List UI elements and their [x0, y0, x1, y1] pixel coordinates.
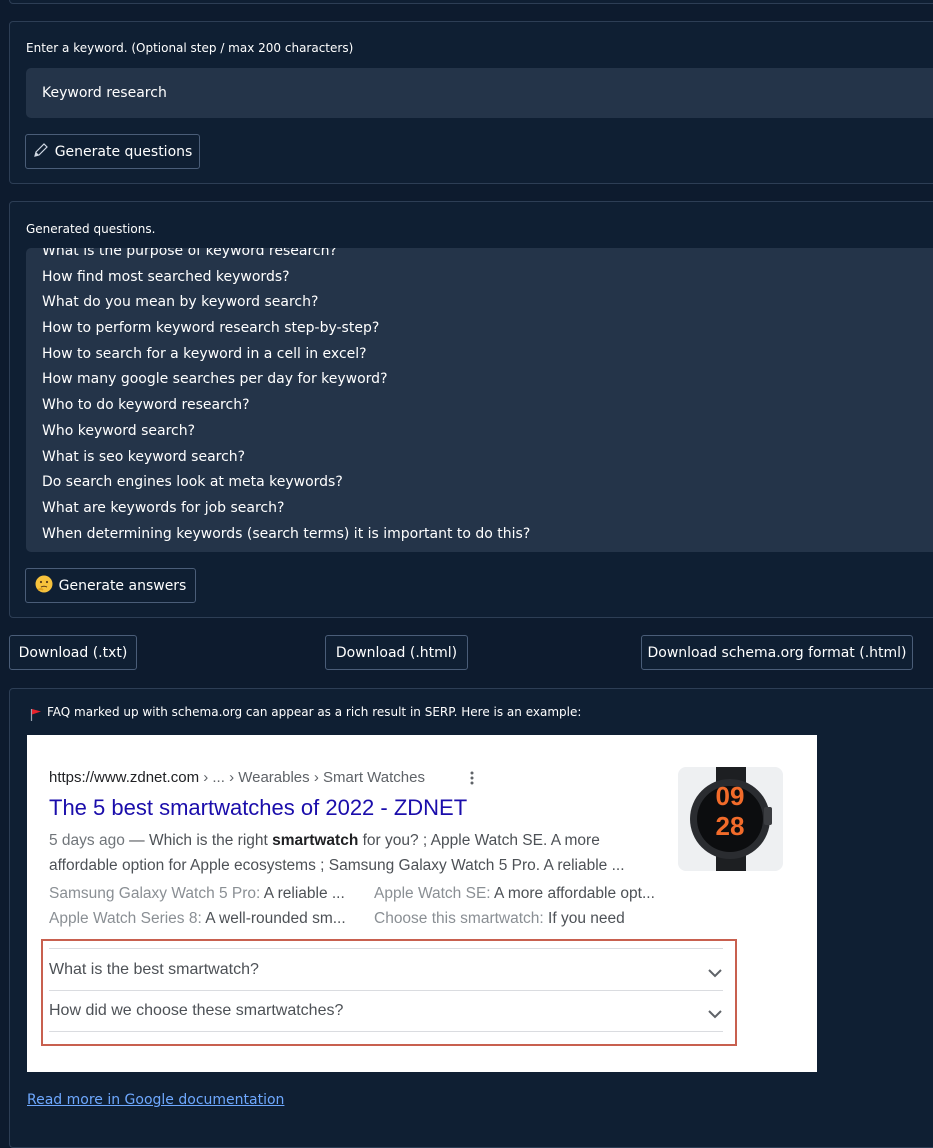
pencil-icon: [33, 142, 49, 162]
sitelink-desc: A reliable ...: [260, 885, 345, 902]
chevron-down-icon: [707, 965, 723, 977]
download-schema-button[interactable]: Download schema.org format (.html): [641, 635, 913, 670]
question-item: What do you mean by keyword search?: [42, 294, 319, 311]
keyword-input[interactable]: [26, 68, 933, 118]
svg-text:09: 09: [716, 781, 745, 811]
keyword-label: Enter a keyword. (Optional step / max 20…: [26, 41, 354, 55]
question-item: Who to do keyword research?: [42, 397, 250, 414]
serp-url: https://www.zdnet.com › ... › Wearables …: [49, 769, 425, 786]
question-item: What is seo keyword search?: [42, 448, 246, 465]
red-flag-icon: [30, 706, 42, 721]
faq-row: What is the best smartwatch?: [49, 948, 723, 990]
generate-answers-button[interactable]: Generate answers: [25, 568, 196, 603]
questions-textarea[interactable]: What is the purpose of keyword research?…: [26, 248, 933, 552]
sitelink: Apple Watch SE: A more affordable opt...: [374, 885, 664, 903]
generate-questions-button[interactable]: Generate questions: [25, 134, 200, 169]
thinking-face-icon: [35, 575, 53, 597]
serp-snippet-pre: — Which is the right: [124, 832, 273, 849]
download-txt-button[interactable]: Download (.txt): [9, 635, 137, 670]
serp-snippet-bold: smartwatch: [272, 832, 359, 849]
question-item: Who keyword search?: [42, 422, 196, 439]
download-html-button[interactable]: Download (.html): [325, 635, 468, 670]
faq-question: How did we choose these smartwatches?: [49, 1002, 344, 1019]
questions-list: What is the purpose of keyword research?…: [42, 248, 530, 547]
keyword-panel: Enter a keyword. (Optional step / max 20…: [9, 21, 933, 184]
question-item: Do search engines look at meta keywords?: [42, 474, 343, 491]
svg-text:28: 28: [716, 811, 745, 841]
faq-note: FAQ marked up with schema.org can appear…: [47, 705, 582, 719]
serp-snippet: 5 days ago — Which is the right smartwat…: [49, 828, 649, 878]
sitelink-name: Apple Watch SE:: [374, 885, 491, 902]
question-item: How find most searched keywords?: [42, 268, 290, 285]
sitelink: Apple Watch Series 8: A well-rounded sm.…: [49, 910, 359, 928]
question-item: How to perform keyword research step-by-…: [42, 320, 380, 337]
faq-question: What is the best smartwatch?: [49, 960, 259, 978]
questions-label: Generated questions.: [26, 222, 156, 236]
question-item: How to search for a keyword in a cell in…: [42, 345, 367, 362]
sitelink: Samsung Galaxy Watch 5 Pro: A reliable .…: [49, 885, 359, 903]
sitelink-desc: A well-rounded sm...: [201, 910, 346, 927]
more-options-icon: [467, 770, 477, 786]
previous-panel-edge: [9, 0, 933, 4]
serp-domain: https://www.zdnet.com: [49, 769, 200, 786]
chevron-down-icon: [707, 1006, 723, 1019]
generate-questions-label: Generate questions: [54, 143, 193, 160]
question-item: How many google searches per day for key…: [42, 371, 388, 388]
question-item: When determining keywords (search terms)…: [42, 525, 531, 542]
sitelink-desc: If you need: [543, 910, 625, 927]
serp-example-image: https://www.zdnet.com › ... › Wearables …: [27, 735, 817, 1072]
smartwatch-thumbnail: 09 28: [678, 767, 783, 871]
sitelink: Choose this smartwatch: If you need: [374, 910, 664, 928]
generate-answers-label: Generate answers: [58, 577, 187, 594]
google-docs-link[interactable]: Read more in Google documentation: [27, 1092, 284, 1108]
serp-title: The 5 best smartwatches of 2022 - ZDNET: [49, 795, 468, 820]
faq-example-panel: FAQ marked up with schema.org can appear…: [9, 688, 933, 1148]
sitelink-name: Choose this smartwatch:: [374, 910, 544, 927]
questions-panel: Generated questions. What is the purpose…: [9, 201, 933, 618]
question-item: What is the purpose of keyword research?: [42, 248, 337, 259]
sitelink-name: Samsung Galaxy Watch 5 Pro:: [49, 885, 261, 902]
sitelink-name: Apple Watch Series 8:: [49, 910, 202, 927]
faq-row: How did we choose these smartwatches?: [49, 990, 723, 1032]
serp-breadcrumb: › ... › Wearables › Smart Watches: [199, 769, 425, 786]
question-item: What are keywords for job search?: [42, 499, 285, 516]
sitelink-desc: A more affordable opt...: [490, 885, 655, 902]
serp-date: 5 days ago: [49, 832, 125, 849]
